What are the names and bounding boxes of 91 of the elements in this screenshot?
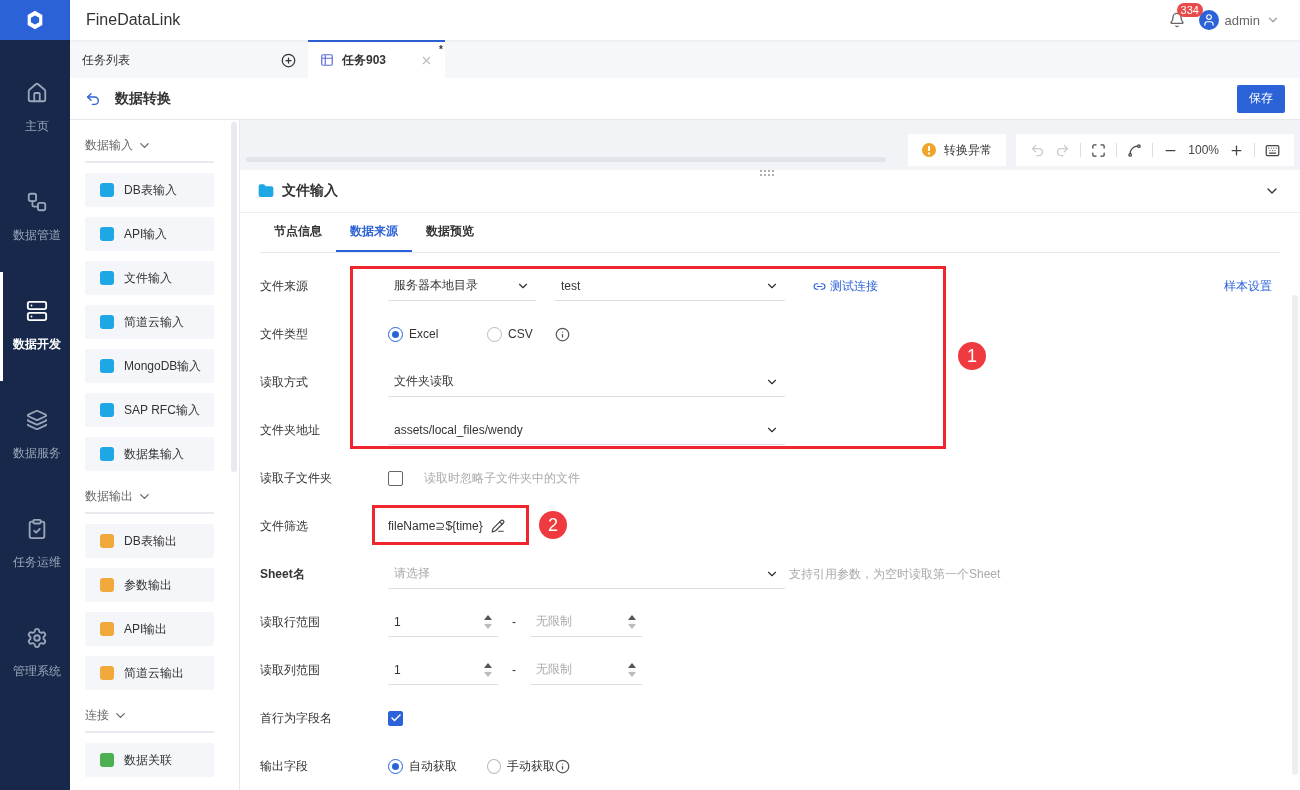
node-item[interactable]: SAP RFC输入 — [85, 393, 214, 427]
field-label: 文件来源 — [260, 277, 309, 295]
node-item[interactable]: 数据关联 — [85, 743, 214, 777]
node-item[interactable]: 文件输入 — [85, 261, 214, 295]
app-name: FineDataLink — [86, 11, 182, 29]
task-tab[interactable]: 任务903 * — [308, 40, 445, 78]
field-hint: 读取时忽略子文件夹中的文件 — [424, 469, 580, 487]
warning-icon — [922, 143, 937, 157]
field-label: 读取行范围 — [260, 613, 321, 631]
checkbox[interactable] — [388, 470, 403, 486]
status-chip[interactable]: 转换异常 — [908, 134, 1007, 166]
spinner-icon[interactable] — [484, 613, 492, 630]
panel-tab[interactable]: 数据预览 — [412, 212, 488, 252]
field-label: 读取列范围 — [260, 661, 321, 679]
test-connection-link[interactable]: 测试连接 — [813, 277, 878, 295]
panel-title: 文件输入 — [282, 181, 339, 200]
section-title: 数据输出 — [85, 488, 133, 505]
zoom-in-icon[interactable] — [1229, 142, 1244, 158]
nav-item[interactable]: 数据服务 — [0, 381, 70, 490]
field-label: 文件类型 — [260, 325, 309, 343]
node-item[interactable]: 参数输出 — [85, 568, 214, 602]
number-field[interactable]: 1 — [388, 607, 498, 637]
home-icon — [25, 82, 48, 104]
checkbox[interactable] — [388, 710, 403, 726]
nav-item[interactable]: 数据管道 — [0, 163, 70, 272]
page-title: 数据转换 — [115, 89, 172, 108]
server-icon — [25, 300, 48, 322]
node-item[interactable]: DB表输出 — [85, 524, 214, 558]
spinner-icon[interactable] — [628, 661, 636, 678]
nav-item[interactable]: 任务运维 — [0, 490, 70, 599]
node-item[interactable]: 简道云输出 — [85, 656, 214, 690]
drag-handle-icon[interactable] — [760, 170, 774, 176]
select-field[interactable]: 文件夹读取 — [388, 367, 785, 397]
task-icon — [320, 53, 334, 67]
range-separator: - — [512, 615, 516, 629]
select-field[interactable]: assets/local_files/wendy — [388, 415, 785, 445]
add-icon[interactable] — [281, 52, 296, 68]
select-field[interactable]: 服务器本地目录 — [388, 271, 536, 301]
folder-icon — [258, 182, 274, 199]
info-icon[interactable] — [555, 326, 570, 342]
field-label: 输出字段 — [260, 757, 309, 775]
sample-settings-link[interactable]: 样本设置 — [1224, 277, 1272, 295]
section-title: 连接 — [85, 707, 109, 724]
field-label: 读取方式 — [260, 373, 309, 391]
keyboard-icon[interactable] — [1265, 142, 1280, 158]
node-item[interactable]: 简道云输入 — [85, 305, 214, 339]
save-button[interactable]: 保存 — [1237, 84, 1285, 113]
task-list-tab[interactable]: 任务列表 — [70, 40, 308, 78]
notification-count: 334 — [1176, 3, 1203, 17]
field-label: Sheet名 — [260, 565, 306, 583]
spinner-icon[interactable] — [484, 661, 492, 678]
section-title: 数据输入 — [85, 137, 133, 154]
spinner-icon[interactable] — [628, 613, 636, 630]
field-label: 首行为字段名 — [260, 709, 333, 727]
settings-icon — [25, 627, 48, 649]
annotation-marker: 1 — [958, 342, 986, 370]
number-field[interactable]: 1 — [388, 655, 498, 685]
field-hint: 支持引用参数，为空时读取第一个Sheet — [789, 565, 1001, 583]
edit-icon[interactable] — [490, 519, 505, 533]
zoom-level: 100% — [1188, 143, 1219, 157]
fit-icon[interactable] — [1091, 142, 1107, 158]
node-item[interactable]: 数据集输入 — [85, 437, 214, 471]
radio-option[interactable]: Excel — [388, 326, 487, 342]
user-name[interactable]: admin — [1224, 12, 1260, 28]
connector-icon[interactable] — [1127, 142, 1143, 158]
layers-icon — [25, 409, 48, 431]
bell-icon[interactable] — [1168, 12, 1185, 28]
nav-item[interactable]: 主页 — [0, 54, 70, 163]
range-separator: - — [512, 663, 516, 677]
node-item[interactable]: API输出 — [85, 612, 214, 646]
filter-expression: fileName⊇${time} — [388, 519, 483, 533]
nav-item[interactable]: 管理系统 — [0, 599, 70, 708]
pipeline-icon — [25, 191, 48, 213]
logo-icon[interactable] — [0, 0, 70, 40]
back-icon[interactable] — [85, 90, 101, 107]
unsaved-mark: * — [439, 44, 443, 55]
radio-option[interactable]: 自动获取 — [388, 757, 487, 775]
field-label: 文件筛选 — [260, 517, 309, 535]
field-label: 读取子文件夹 — [260, 469, 333, 487]
node-item[interactable]: MongoDB输入 — [85, 349, 214, 383]
radio-option[interactable]: CSV — [487, 326, 555, 342]
avatar-icon[interactable] — [1198, 10, 1219, 30]
info-icon[interactable] — [555, 758, 570, 774]
select-field[interactable]: test — [555, 271, 785, 301]
annotation-marker: 2 — [539, 511, 567, 539]
node-item[interactable]: DB表输入 — [85, 173, 214, 207]
node-item[interactable]: API输入 — [85, 217, 214, 251]
panel-tab[interactable]: 数据来源 — [336, 212, 412, 252]
field-label: 文件夹地址 — [260, 421, 321, 439]
panel-tab[interactable]: 节点信息 — [260, 212, 336, 252]
radio-option[interactable]: 手动获取 — [487, 757, 555, 775]
